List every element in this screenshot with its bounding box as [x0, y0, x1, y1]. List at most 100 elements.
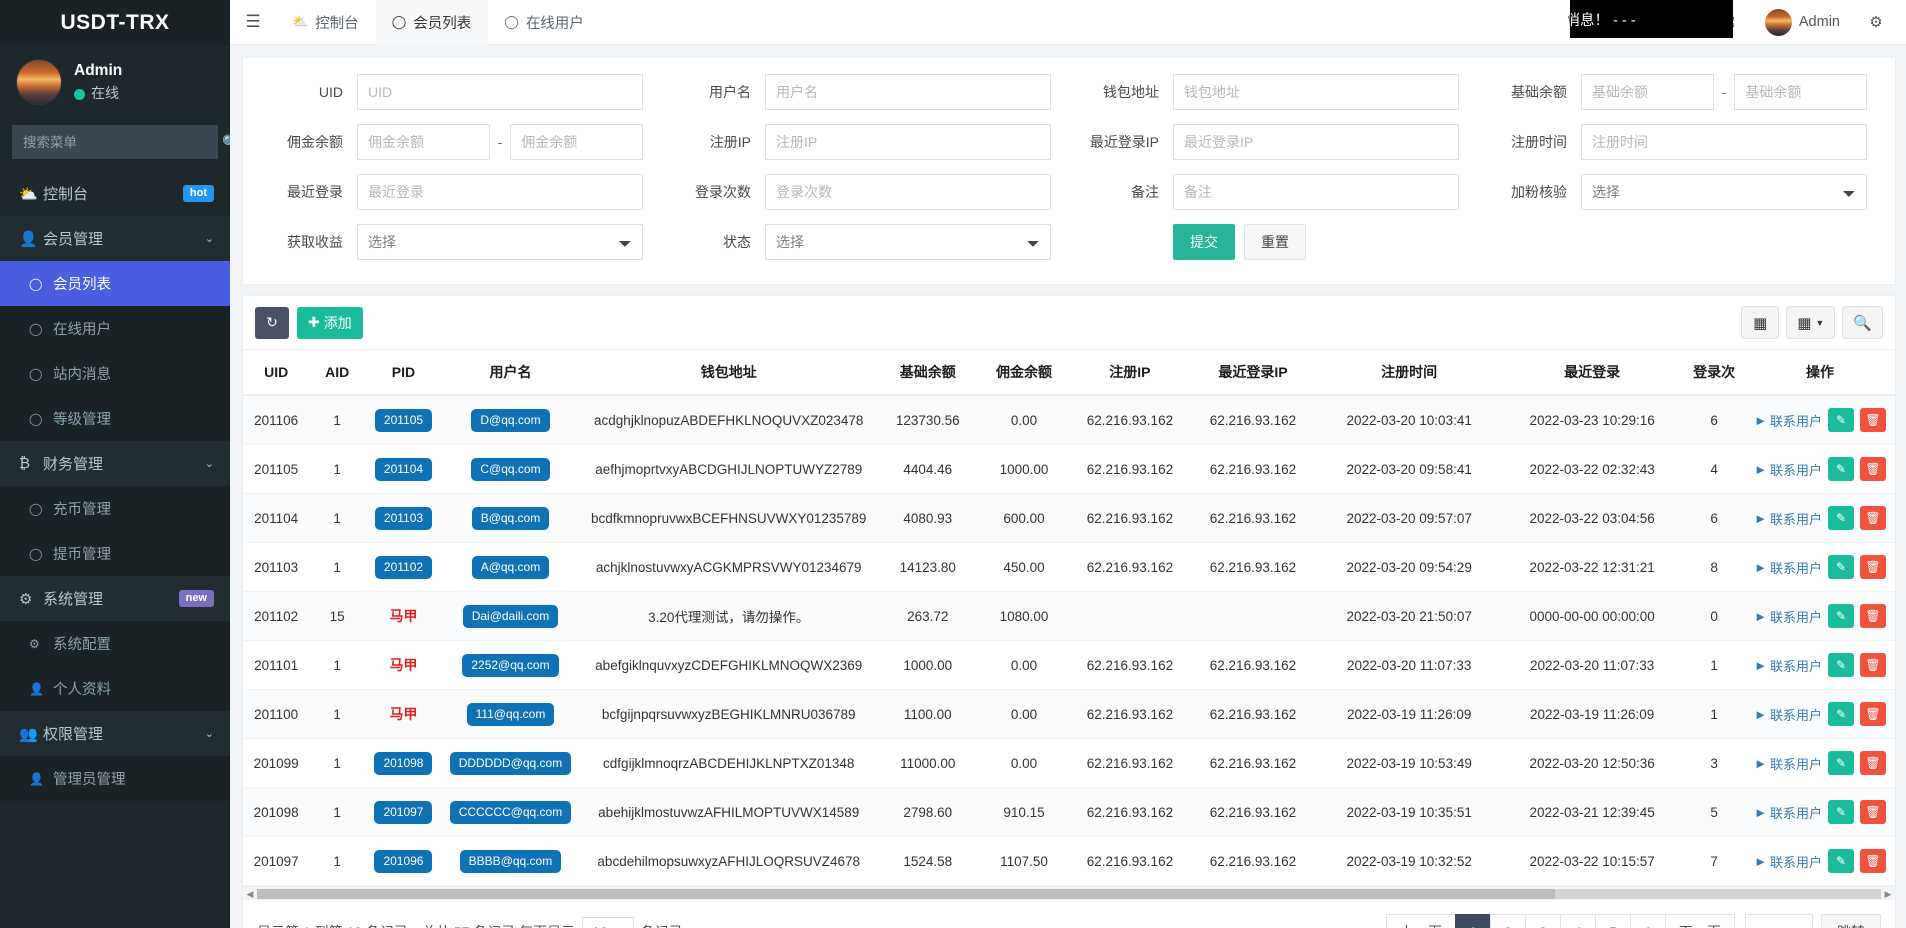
- account-menu[interactable]: Admin: [1751, 0, 1854, 45]
- sidebar-item-finance-mgmt[interactable]: ₿ 财务管理 ⌄: [0, 441, 230, 486]
- grid-view-button[interactable]: ▦ ▼: [1786, 306, 1835, 339]
- tab-online-users[interactable]: ◯ 在线用户: [488, 0, 601, 45]
- delete-button[interactable]: 🗑: [1860, 457, 1886, 481]
- contact-user-link[interactable]: ►联系用户: [1754, 803, 1822, 822]
- pid-badge[interactable]: 201105: [375, 409, 432, 432]
- page-size-select[interactable]: 10 ▲: [582, 917, 634, 928]
- sidebar-item-online-users[interactable]: ◯ 在线用户: [0, 306, 230, 351]
- submit-button[interactable]: 提交: [1173, 224, 1235, 260]
- username-badge[interactable]: C@qq.com: [471, 458, 549, 481]
- contact-user-link[interactable]: ►联系用户: [1754, 852, 1822, 871]
- username-badge[interactable]: B@qq.com: [472, 507, 550, 530]
- username-badge[interactable]: A@qq.com: [472, 556, 550, 579]
- page-1-button[interactable]: 1: [1455, 914, 1490, 928]
- pid-badge[interactable]: 201098: [374, 752, 432, 775]
- next-page-button[interactable]: 下一页: [1665, 914, 1735, 928]
- page-3-button[interactable]: 3: [1525, 914, 1560, 928]
- edit-button[interactable]: ✎: [1828, 555, 1854, 579]
- sidebar-item-system-mgmt[interactable]: ⚙ 系统管理 new: [0, 576, 230, 621]
- status-select[interactable]: 选择: [765, 224, 1051, 260]
- username-badge[interactable]: D@qq.com: [471, 409, 549, 432]
- page-2-button[interactable]: 2: [1490, 914, 1525, 928]
- sidebar-search[interactable]: 🔍: [12, 125, 218, 159]
- edit-button[interactable]: ✎: [1828, 751, 1854, 775]
- contact-user-link[interactable]: ►联系用户: [1754, 558, 1822, 577]
- pid-badge[interactable]: 201102: [375, 556, 432, 579]
- menu-search-input[interactable]: [13, 135, 210, 150]
- delete-button[interactable]: 🗑: [1860, 702, 1886, 726]
- contact-user-link[interactable]: ►联系用户: [1754, 656, 1822, 675]
- sidebar-item-deposit-mgmt[interactable]: ◯ 充币管理: [0, 486, 230, 531]
- wallet-address-input[interactable]: [1173, 74, 1459, 110]
- sidebar-item-member-list[interactable]: ◯ 会员列表: [0, 261, 230, 306]
- reset-button[interactable]: 重置: [1244, 224, 1306, 260]
- jump-button[interactable]: 跳转: [1821, 914, 1881, 928]
- last-login-input[interactable]: [357, 174, 643, 210]
- contact-user-link[interactable]: ►联系用户: [1754, 460, 1822, 479]
- commission-max-input[interactable]: [510, 124, 643, 160]
- delete-button[interactable]: 🗑: [1860, 555, 1886, 579]
- page-4-button[interactable]: 4: [1560, 914, 1595, 928]
- edit-button[interactable]: ✎: [1828, 457, 1854, 481]
- edit-button[interactable]: ✎: [1828, 653, 1854, 677]
- sidebar-item-withdraw-mgmt[interactable]: ◯ 提币管理: [0, 531, 230, 576]
- horizontal-scrollbar[interactable]: ◀ ▶: [243, 886, 1895, 900]
- username-badge[interactable]: 111@qq.com: [467, 703, 555, 726]
- pid-badge[interactable]: 201104: [375, 458, 432, 481]
- username-badge[interactable]: CCCCCC@qq.com: [450, 801, 572, 824]
- username-input[interactable]: [765, 74, 1051, 110]
- uid-input[interactable]: [357, 74, 643, 110]
- username-badge[interactable]: DDDDDD@qq.com: [450, 752, 572, 775]
- username-badge[interactable]: BBBB@qq.com: [460, 850, 562, 873]
- contact-user-link[interactable]: ►联系用户: [1754, 509, 1822, 528]
- delete-button[interactable]: 🗑: [1860, 800, 1886, 824]
- scroll-left-icon[interactable]: ◀: [244, 889, 256, 899]
- page-6-button[interactable]: 6: [1630, 914, 1665, 928]
- sidebar-item-admin-mgmt[interactable]: 👤 管理员管理: [0, 756, 230, 801]
- income-select[interactable]: 选择: [357, 224, 643, 260]
- delete-button[interactable]: 🗑: [1860, 408, 1886, 432]
- commission-min-input[interactable]: [357, 124, 490, 160]
- scrollbar-thumb[interactable]: [257, 889, 1555, 899]
- contact-user-link[interactable]: ►联系用户: [1754, 411, 1822, 430]
- add-button[interactable]: ✚ 添加: [297, 307, 363, 339]
- sidebar-item-dashboard[interactable]: ⛅ 控制台 hot: [0, 171, 230, 216]
- sidebar-item-level-mgmt[interactable]: ◯ 等级管理: [0, 396, 230, 441]
- column-toggle-button[interactable]: ▦: [1741, 306, 1779, 339]
- sidebar-item-profile[interactable]: 👤 个人资料: [0, 666, 230, 711]
- delete-button[interactable]: 🗑: [1860, 653, 1886, 677]
- edit-button[interactable]: ✎: [1828, 506, 1854, 530]
- edit-button[interactable]: ✎: [1828, 604, 1854, 628]
- refresh-button[interactable]: ↻: [255, 307, 289, 339]
- login-count-input[interactable]: [765, 174, 1051, 210]
- pid-badge[interactable]: 201096: [374, 850, 432, 873]
- scroll-right-icon[interactable]: ▶: [1882, 889, 1894, 899]
- tab-member-list[interactable]: ◯ 会员列表: [376, 0, 489, 45]
- username-badge[interactable]: 2252@qq.com: [462, 654, 558, 677]
- edit-button[interactable]: ✎: [1828, 702, 1854, 726]
- register-time-input[interactable]: [1581, 124, 1867, 160]
- edit-button[interactable]: ✎: [1828, 849, 1854, 873]
- edit-button[interactable]: ✎: [1828, 408, 1854, 432]
- settings-gear-icon[interactable]: ⚙: [1854, 0, 1898, 45]
- base-balance-max-input[interactable]: [1734, 74, 1867, 110]
- base-balance-min-input[interactable]: [1581, 74, 1714, 110]
- pid-badge[interactable]: 201103: [375, 507, 432, 530]
- last-login-ip-input[interactable]: [1173, 124, 1459, 160]
- contact-user-link[interactable]: ►联系用户: [1754, 754, 1822, 773]
- sidebar-item-site-messages[interactable]: ◯ 站内消息: [0, 351, 230, 396]
- page-5-button[interactable]: 5: [1595, 914, 1630, 928]
- fan-verification-select[interactable]: 选择: [1581, 174, 1867, 210]
- jump-page-input[interactable]: [1745, 914, 1813, 928]
- sidebar-item-member-mgmt[interactable]: 👤 会员管理 ⌄: [0, 216, 230, 261]
- prev-page-button[interactable]: 上一页: [1386, 914, 1455, 928]
- menu-toggle-icon[interactable]: ☰: [230, 0, 276, 45]
- contact-user-link[interactable]: ►联系用户: [1754, 705, 1822, 724]
- delete-button[interactable]: 🗑: [1860, 849, 1886, 873]
- remark-input[interactable]: [1173, 174, 1459, 210]
- delete-button[interactable]: 🗑: [1860, 751, 1886, 775]
- contact-user-link[interactable]: ►联系用户: [1754, 607, 1822, 626]
- sidebar-item-permission-mgmt[interactable]: 👥 权限管理 ⌄: [0, 711, 230, 756]
- sidebar-item-system-config[interactable]: ⚙ 系统配置: [0, 621, 230, 666]
- tab-dashboard[interactable]: ⛅ 控制台: [276, 0, 376, 45]
